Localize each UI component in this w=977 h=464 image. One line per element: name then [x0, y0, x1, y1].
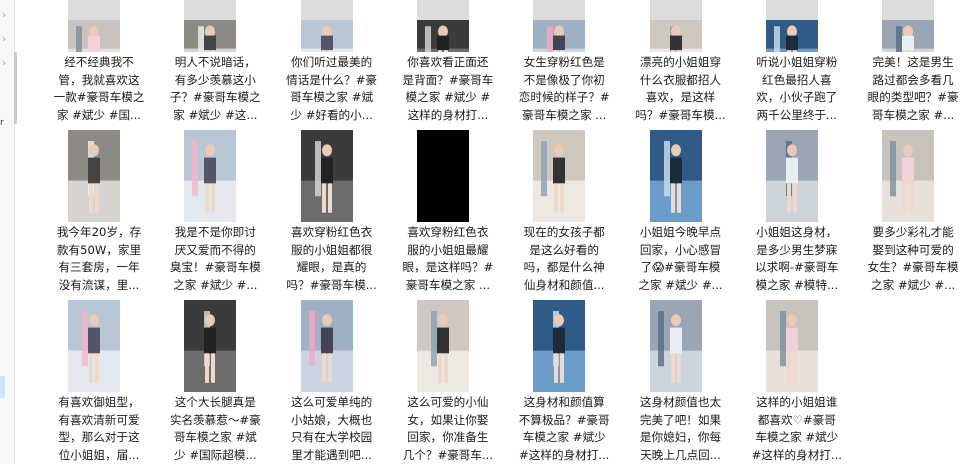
video-thumbnail-icon [68, 0, 120, 52]
navigation-pane[interactable]: › › › r [0, 0, 15, 464]
file-name-label: 完美！这是男生 路过都会多看几 眼的类型吧？#豪 哥车模之家 #... [867, 55, 959, 122]
video-thumbnail-icon [300, 130, 353, 222]
video-thumbnail-icon [68, 130, 120, 222]
file-item[interactable]: 现在的女孩子都 是这么好看的 吗，都是什么神 仙身材和颜值... [508, 130, 620, 292]
file-item[interactable]: 经不经典我不 管，我就喜欢这 一款#豪哥车模之 家 #斌少 #国... [43, 0, 155, 150]
file-item[interactable]: 我今年20岁，存 款有50W，家里 有三套房，一年 没有流谋，里... [43, 130, 155, 292]
file-item[interactable]: 喜欢穿粉红色衣 服的小姐姐最耀 眼，是这样吗？# 豪哥车模之家 ... [392, 130, 504, 292]
file-item[interactable]: 小姐姐这身材， 是多少男生梦寐 以求啊-#豪哥车 模之家 #模特... [741, 130, 853, 292]
file-name-label: 现在的女孩子都 是这么好看的 吗，都是什么神 仙身材和颜值... [523, 225, 605, 292]
file-name-label: 你们听过最美的 情话是什么？#豪 哥车模之家 #斌 少 #好看的小... [286, 55, 378, 122]
file-name-label: 小姐姐这身材， 是多少男生梦寐 以求啊-#豪哥车 模之家 #模特... [755, 225, 839, 292]
file-name-label: 小姐姐今晚早点 回家，小心感冒 了😱#豪哥车模 之家 #斌少 #... [638, 225, 723, 292]
file-name-label: 经不经典我不 管，我就喜欢这 一款#豪哥车模之 家 #斌少 #国... [53, 55, 145, 122]
file-item[interactable]: 有喜欢御姐型， 有喜欢清新可爱 型，那么对于这 位小姐姐，届... [43, 300, 155, 462]
chevron-right-icon[interactable]: › [2, 34, 12, 46]
video-thumbnail-icon [300, 300, 353, 392]
file-name-label: 这样的小姐姐谁 都喜欢♡#豪哥 车模之家 #斌少 #这样的身材打... [751, 395, 842, 462]
file-name-label: 我是不是你即讨 厌又爱而不得的 臭宝！#豪哥车模 之家 #斌少 #... [169, 225, 261, 292]
nav-item-label[interactable]: r [0, 118, 8, 128]
video-thumbnail-icon [184, 300, 237, 392]
scrollbar[interactable] [14, 52, 17, 124]
file-name-label: 这身材颜值也太 完美了吧！如果 是你媳妇，你每 天晚上几点回... [639, 395, 722, 462]
file-item[interactable]: 你喜欢看正面还 是背面？#豪哥车 模之家 #斌少 # 这样的身材打... [392, 0, 504, 150]
video-thumbnail-icon [649, 300, 702, 392]
video-thumbnail-icon [184, 130, 237, 222]
file-item[interactable]: 听说小姐姐穿粉 红色最招人喜 欢，小伙子跑了 两千公里终于... [741, 0, 853, 150]
video-thumbnail-icon [649, 0, 702, 52]
file-item[interactable]: 明人不说暗话， 有多少羡慕这小 子？#豪哥车模之 家 #斌少 #这... [159, 0, 271, 150]
file-item[interactable]: 这个大长腿真是 实名羡慕惹～#豪 哥车模之家 #斌 少 #国际超模... [159, 300, 271, 462]
video-thumbnail-icon [533, 130, 586, 222]
file-item[interactable]: 完美！这是男生 路过都会多看几 眼的类型吧？#豪 哥车模之家 #... [857, 0, 969, 150]
file-name-label: 你喜欢看正面还 是背面？#豪哥车 模之家 #斌少 # 这样的身材打... [402, 55, 494, 122]
file-item[interactable]: 漂亮的小姐姐穿 什么衣服都招人 喜欢，是这样 吗？#豪哥车模... [625, 0, 737, 150]
file-item[interactable]: 要多少彩礼才能 娶到这种可爱的 女生？#豪哥车模 之家 #斌少 #... [857, 130, 969, 292]
file-grid: 经不经典我不 管，我就喜欢这 一款#豪哥车模之 家 #斌少 #国... 明人不说暗… [43, 0, 977, 464]
video-thumbnail-icon [649, 130, 702, 222]
file-name-label: 要多少彩礼才能 娶到这种可爱的 女生？#豪哥车模 之家 #斌少 #... [867, 225, 959, 292]
file-item[interactable]: 这么可爱的小仙 女，如果让你娶 回家，你准备生 几个？#豪哥车... [392, 300, 504, 462]
video-thumbnail-icon [68, 300, 120, 392]
file-name-label: 这么可爱单纯的 小姑娘，大概也 只有在大学校园 里才能遇到吧... [291, 395, 373, 462]
file-item[interactable]: 你们听过最美的 情话是什么？#豪 哥车模之家 #斌 少 #好看的小... [276, 0, 388, 150]
nav-selected-indicator [0, 376, 5, 398]
video-thumbnail-icon [533, 300, 586, 392]
file-item[interactable]: 这样的小姐姐谁 都喜欢♡#豪哥 车模之家 #斌少 #这样的身材打... [741, 300, 853, 462]
file-name-label: 这身材和颜值算 不算极品？#豪哥 车模之家 #斌少 #这样的身材打... [518, 395, 610, 462]
file-item[interactable]: 这身材和颜值算 不算极品？#豪哥 车模之家 #斌少 #这样的身材打... [508, 300, 620, 462]
file-item[interactable]: 女生穿粉红色是 不是像极了你初 恋时候的样子？# 豪哥车模之家 ... [508, 0, 620, 150]
file-item[interactable]: 这么可爱单纯的 小姑娘，大概也 只有在大学校园 里才能遇到吧... [276, 300, 388, 462]
file-name-label: 漂亮的小姐姐穿 什么衣服都招人 喜欢，是这样 吗？#豪哥车模... [635, 55, 726, 122]
video-thumbnail-icon [416, 300, 469, 392]
file-name-label: 我今年20岁，存 款有50W，家里 有三套房，一年 没有流谋，里... [56, 225, 142, 292]
video-thumbnail-icon [416, 130, 469, 222]
video-thumbnail-icon [300, 0, 353, 52]
video-thumbnail-icon [533, 0, 586, 52]
chevron-right-icon[interactable]: › [2, 58, 12, 70]
file-explorer-window: › › › r 经不经典我不 管，我就喜欢这 一款#豪哥车模之 家 #斌少 #国… [0, 0, 977, 464]
video-thumbnail-icon [882, 0, 935, 52]
chevron-right-icon[interactable]: › [2, 10, 12, 22]
video-thumbnail-icon [765, 300, 818, 392]
file-item[interactable]: 小姐姐今晚早点 回家，小心感冒 了😱#豪哥车模 之家 #斌少 #... [625, 130, 737, 292]
file-name-label: 这个大长腿真是 实名羡慕惹～#豪 哥车模之家 #斌 少 #国际超模... [169, 395, 261, 462]
file-name-label: 这么可爱的小仙 女，如果让你娶 回家，你准备生 几个？#豪哥车... [402, 395, 494, 462]
file-name-label: 女生穿粉红色是 不是像极了你初 恋时候的样子？# 豪哥车模之家 ... [518, 55, 610, 122]
file-name-label: 有喜欢御姐型， 有喜欢清新可爱 型，那么对于这 位小姐姐，届... [58, 395, 140, 462]
file-item[interactable]: 喜欢穿粉红色衣 服的小姐姐都很 耀眼，是真的 吗？#豪哥车模... [276, 130, 388, 292]
video-thumbnail-icon [765, 130, 818, 222]
file-item[interactable]: 我是不是你即讨 厌又爱而不得的 臭宝！#豪哥车模 之家 #斌少 #... [159, 130, 271, 292]
file-name-label: 喜欢穿粉红色衣 服的小姐姐都很 耀眼，是真的 吗？#豪哥车模... [286, 225, 377, 292]
video-thumbnail-icon [184, 0, 237, 52]
file-item[interactable]: 这身材颜值也太 完美了吧！如果 是你媳妇，你每 天晚上几点回... [625, 300, 737, 462]
file-name-label: 明人不说暗话， 有多少羡慕这小 子？#豪哥车模之 家 #斌少 #这... [169, 55, 261, 122]
file-name-label: 听说小姐姐穿粉 红色最招人喜 欢，小伙子跑了 两千公里终于... [756, 55, 838, 122]
video-thumbnail-icon [882, 130, 935, 222]
file-name-label: 喜欢穿粉红色衣 服的小姐姐最耀 眼，是这样吗？# 豪哥车模之家 ... [402, 225, 494, 292]
video-thumbnail-icon [765, 0, 818, 52]
video-thumbnail-icon [416, 0, 469, 52]
